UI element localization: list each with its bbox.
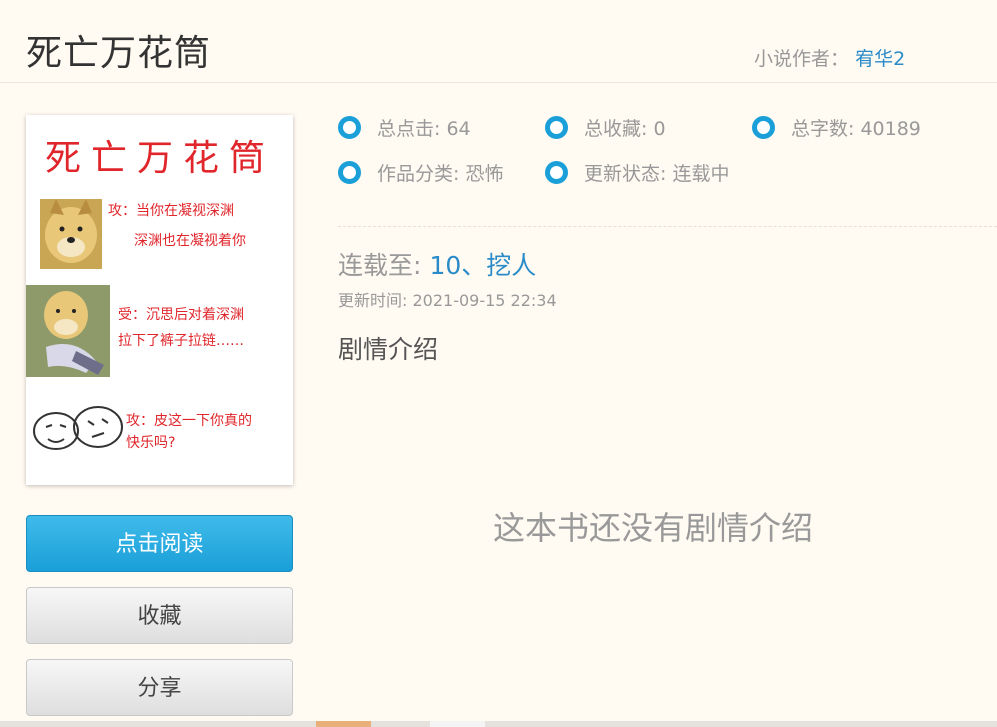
page-header: 死亡万花筒 小说作者： 宥华2	[0, 0, 997, 83]
scrollbar-segment	[430, 721, 485, 727]
cover-panel-3-line-2: 快乐吗?	[126, 435, 175, 451]
update-time: 更新时间: 2021-09-15 22:34	[338, 291, 557, 310]
intro-empty-message: 这本书还没有剧情介绍	[492, 509, 813, 547]
read-button[interactable]: 点击阅读	[26, 515, 293, 572]
stat-total-clicks-label: 总点击: 64	[377, 118, 471, 140]
book-cover-image[interactable]: 死亡万花筒 攻：当你在凝视深渊 深渊也在凝视着你 受：沉思后对着深渊 拉下了裤子…	[26, 115, 293, 485]
stat-total-words: 总字数: 40189	[752, 114, 921, 141]
bullet-icon	[338, 161, 361, 184]
bullet-icon	[545, 161, 568, 184]
book-title: 死亡万花筒	[26, 33, 212, 74]
intro-heading: 剧情介绍	[338, 335, 439, 364]
cover-panel-1-line-1: 攻：当你在凝视深渊	[108, 203, 234, 219]
collect-button[interactable]: 收藏	[26, 587, 293, 644]
stat-update-status-label: 更新状态: 连载中	[584, 163, 730, 185]
bullet-icon	[545, 116, 568, 139]
stat-total-favorites-label: 总收藏: 0	[584, 118, 666, 140]
stat-total-words-label: 总字数: 40189	[791, 118, 921, 140]
share-button[interactable]: 分享	[26, 659, 293, 716]
cover-panel-2-line-1: 受：沉思后对着深渊	[118, 307, 244, 323]
author-row: 小说作者： 宥华2	[754, 44, 905, 71]
latest-chapter-link[interactable]: 10、挖人	[429, 251, 536, 280]
stat-category: 作品分类: 恐怖	[338, 159, 503, 186]
stat-total-clicks: 总点击: 64	[338, 114, 471, 141]
latest-chapter-row: 连载至: 10、挖人	[338, 246, 536, 282]
latest-chapter-label: 连载至:	[338, 251, 422, 280]
cover-title: 死亡万花筒	[45, 138, 275, 179]
bullet-icon	[338, 116, 361, 139]
section-divider	[338, 226, 997, 227]
scrollbar-segment	[316, 721, 371, 727]
bullet-icon	[752, 116, 775, 139]
cover-panel-2-line-2: 拉下了裤子拉链……	[118, 333, 244, 349]
stat-update-status: 更新状态: 连载中	[545, 159, 729, 186]
bottom-scrollbar[interactable]	[0, 721, 997, 727]
stat-total-favorites: 总收藏: 0	[545, 114, 666, 141]
author-label: 小说作者：	[754, 48, 850, 70]
cover-illustration: 死亡万花筒 攻：当你在凝视深渊 深渊也在凝视着你 受：沉思后对着深渊 拉下了裤子…	[26, 115, 293, 485]
cover-panel-3-line-1: 攻：皮这一下你真的	[126, 412, 252, 429]
doge-face-icon	[40, 199, 102, 269]
doge-lying-icon	[26, 285, 110, 377]
cover-panel-1-line-2: 深渊也在凝视着你	[134, 233, 246, 249]
stat-category-label: 作品分类: 恐怖	[377, 163, 504, 185]
author-link[interactable]: 宥华2	[855, 48, 905, 70]
